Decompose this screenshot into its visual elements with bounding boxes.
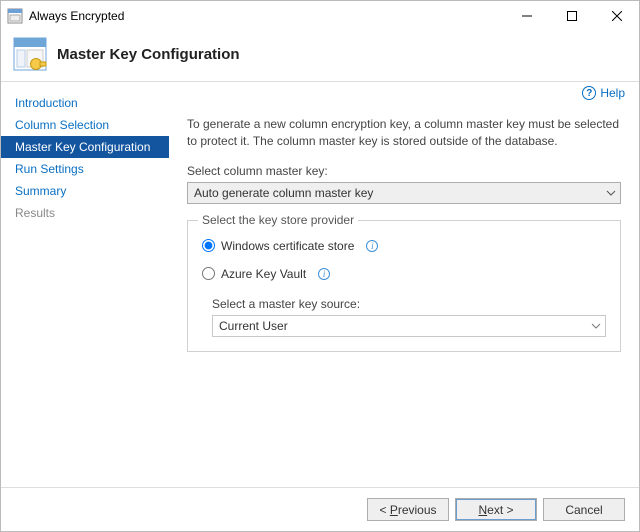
main-panel: ? Help To generate a new column encrypti… [169,82,639,487]
intro-text: To generate a new column encryption key,… [187,116,621,150]
titlebar: Always Encrypted [1,1,639,31]
select-cmk-value: Auto generate column master key [194,186,373,200]
previous-label-rest: revious [398,503,437,517]
maximize-button[interactable] [549,1,594,31]
close-button[interactable] [594,1,639,31]
maximize-icon [567,11,577,21]
cancel-button[interactable]: Cancel [543,498,625,521]
chevron-down-icon [606,190,616,196]
help-icon: ? [582,86,596,100]
sidebar-item-run-settings[interactable]: Run Settings [1,158,169,180]
chevron-down-icon [591,323,601,329]
select-cmk-label: Select column master key: [187,164,621,178]
source-value: Current User [219,319,288,333]
info-icon[interactable]: i [366,240,378,252]
minimize-icon [522,11,532,21]
info-icon[interactable]: i [318,268,330,280]
page-title: Master Key Configuration [57,46,240,63]
help-link[interactable]: ? Help [582,86,625,100]
radio-windows-cert-store[interactable]: Windows certificate store i [202,239,606,253]
fieldset-legend: Select the key store provider [198,213,358,227]
sidebar-item-summary[interactable]: Summary [1,180,169,202]
previous-button[interactable]: < Previous [367,498,449,521]
source-label: Select a master key source: [212,297,606,311]
close-icon [612,11,622,21]
source-dropdown[interactable]: Current User [212,315,606,337]
app-icon [7,8,23,24]
key-store-provider-fieldset: Select the key store provider Windows ce… [187,220,621,352]
wizard-footer: < Previous Next > Cancel [1,487,639,531]
body: Introduction Column Selection Master Key… [1,82,639,487]
next-button[interactable]: Next > [455,498,537,521]
radio-azure-label: Azure Key Vault [221,267,306,281]
wizard-icon [13,37,47,71]
sidebar-item-results: Results [1,202,169,224]
page-header: Master Key Configuration [1,31,639,81]
radio-azure-key-vault[interactable]: Azure Key Vault i [202,267,606,281]
radio-windows-label: Windows certificate store [221,239,354,253]
sidebar-item-master-key-configuration[interactable]: Master Key Configuration [1,136,169,158]
window-title: Always Encrypted [29,9,504,23]
radio-azure-input[interactable] [202,267,215,280]
radio-windows-input[interactable] [202,239,215,252]
select-cmk-dropdown[interactable]: Auto generate column master key [187,182,621,204]
sidebar-item-introduction[interactable]: Introduction [1,92,169,114]
sidebar-item-column-selection[interactable]: Column Selection [1,114,169,136]
wizard-steps-sidebar: Introduction Column Selection Master Key… [1,82,169,487]
next-label-rest: ext [487,503,503,517]
minimize-button[interactable] [504,1,549,31]
help-label: Help [600,86,625,100]
